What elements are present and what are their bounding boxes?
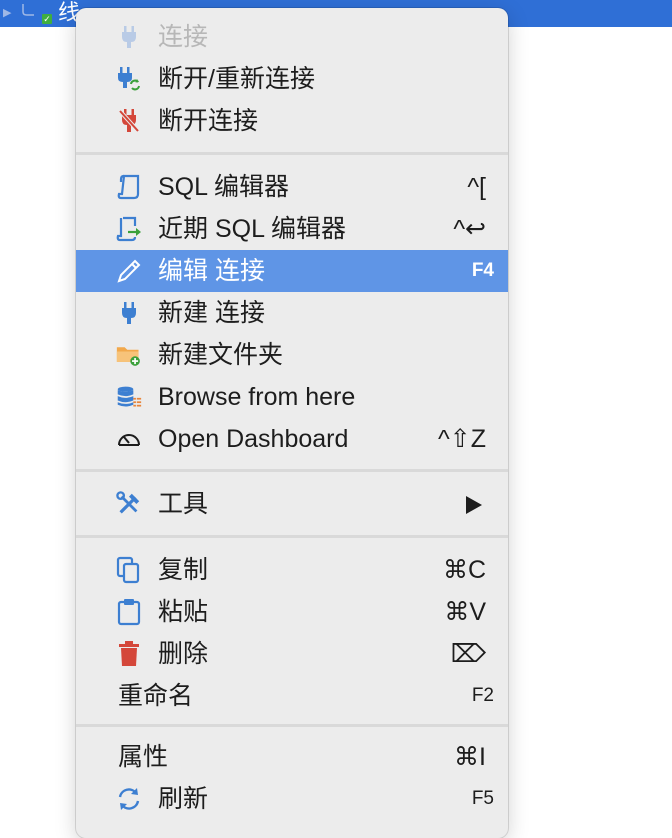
new-folder-icon [116,342,142,368]
menu-item-label: 复制 [158,556,209,584]
menu-item-label: Browse from here [158,383,356,411]
menu-item-label: 删除 [158,640,209,668]
reconnect-icon [116,66,142,92]
menu-separator [76,724,508,727]
menu-item-shortcut: ⌦ [450,640,486,668]
menu-item-label: 刷新 [158,785,209,813]
menu-item-rename[interactable]: 重命名 F2 [76,675,508,717]
menu-separator [76,535,508,538]
menu-item-label: 断开连接 [158,107,259,135]
menu-item-sql-editor[interactable]: SQL 编辑器 ^[ [76,166,508,208]
menu-item-paste[interactable]: 粘贴 ⌘V [76,591,508,633]
copy-icon [116,556,142,584]
menu-item-disconnect[interactable]: 断开连接 [76,100,508,142]
expand-arrow-icon[interactable]: ▶ [3,6,11,19]
recent-sql-editor-icon [116,216,142,242]
menu-item-shortcut: ⌘I [454,743,486,771]
menu-item-label: 编辑 连接 [158,257,265,285]
menu-item-label: 工具 [158,490,209,518]
gauge-icon [116,426,142,452]
sql-editor-icon [116,174,142,200]
menu-item-open-dashboard[interactable]: Open Dashboard ^⇧Z [76,418,508,460]
menu-item-copy[interactable]: 复制 ⌘C [76,549,508,591]
menu-item-label: 连接 [158,23,209,51]
menu-item-shortcut: ^⇧Z [438,425,486,453]
menu-item-label: 属性 [118,743,169,771]
menu-item-properties[interactable]: 属性 ⌘I [76,736,508,778]
menu-item-label: Open Dashboard [158,425,349,453]
menu-item-shortcut: ^[ [467,173,486,201]
menu-item-new-connection[interactable]: 新建 连接 [76,292,508,334]
database-icon [116,384,142,410]
menu-item-delete[interactable]: 删除 ⌦ [76,633,508,675]
pencil-icon [116,258,142,284]
plug-icon [116,24,142,50]
refresh-icon [116,786,142,812]
paste-icon [116,599,142,626]
context-menu: 连接 断开/重新连接 断开连接 SQL 编辑器 ^[近期 SQL 编辑器 ^↩… [76,8,508,838]
menu-item-label: 重命名 [118,682,194,710]
menu-item-browse-from-here[interactable]: Browse from here [76,376,508,418]
trash-icon [116,641,142,667]
menu-item-connect: 连接 [76,16,508,58]
menu-item-refresh[interactable]: 刷新 F5 [76,778,508,820]
menu-item-shortcut: F5 [471,788,494,809]
menu-item-label: 近期 SQL 编辑器 [158,215,346,243]
menu-item-label: 粘贴 [158,598,209,626]
menu-item-label: 断开/重新连接 [158,65,315,93]
menu-item-shortcut: ⌘C [442,556,486,584]
menu-separator [76,152,508,155]
tools-icon [116,491,142,517]
menu-item-recent-sql-editor[interactable]: 近期 SQL 编辑器 ^↩ [76,208,508,250]
menu-item-shortcut: F4 [471,260,494,281]
menu-item-label: 新建文件夹 [158,341,284,369]
menu-item-tools[interactable]: 工具 [76,483,508,525]
tree-connector-icon [22,4,34,16]
menu-item-edit-connection[interactable]: 编辑 连接 F4 [76,250,508,292]
menu-item-new-folder[interactable]: 新建文件夹 [76,334,508,376]
menu-item-shortcut: ⌘V [444,598,486,626]
menu-item-shortcut: F2 [471,685,494,706]
menu-separator [76,469,508,472]
menu-item-reconnect[interactable]: 断开/重新连接 [76,58,508,100]
menu-item-shortcut: ^↩ [453,215,486,243]
submenu-arrow-icon [466,496,482,514]
menu-item-label: 新建 连接 [158,299,265,327]
connected-check-icon: ✓ [42,14,52,24]
disconnect-icon [116,108,142,134]
menu-item-label: SQL 编辑器 [158,173,290,201]
plug-icon [116,300,142,326]
